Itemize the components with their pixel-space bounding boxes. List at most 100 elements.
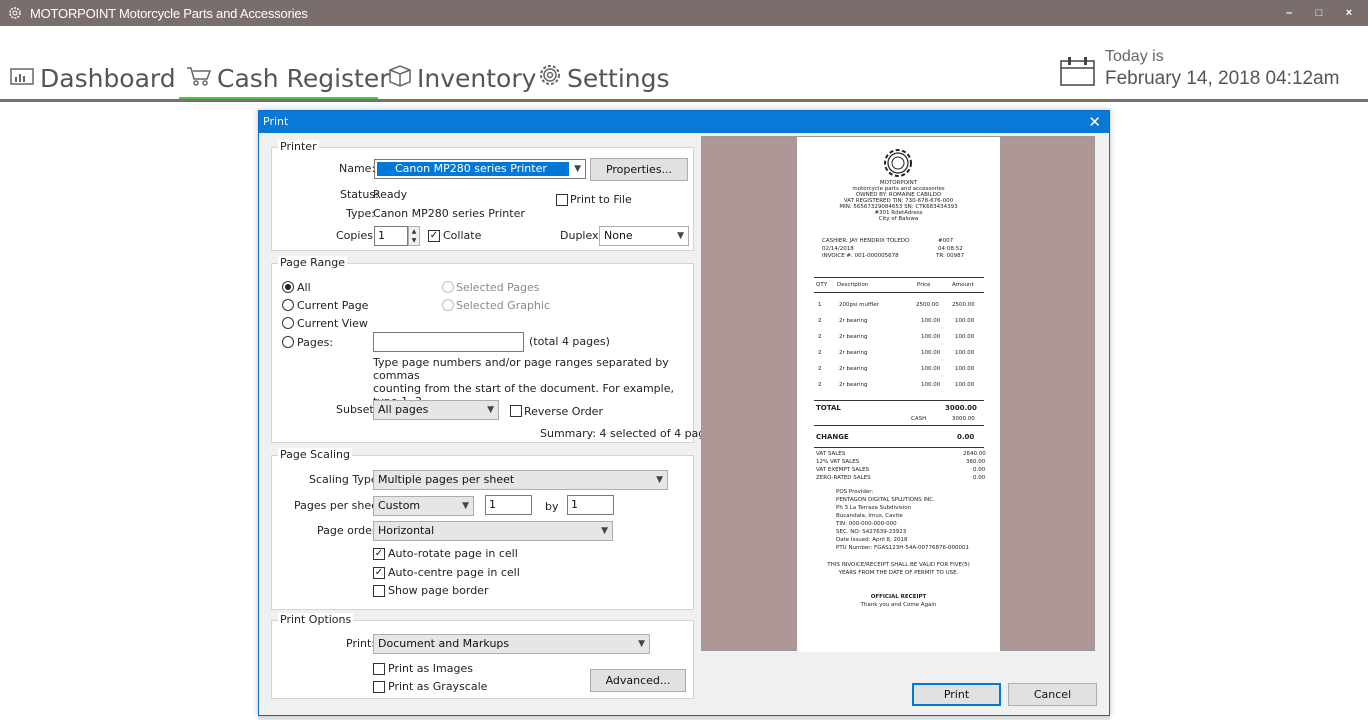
nav-inventory[interactable]: Inventory [387,60,536,96]
receipt-zero-rated-value: 0.00 [973,475,986,481]
receipt-item-amount: 2500.00 [952,302,975,308]
print-preview: MOTORPOINT motorcycle parts and accessor… [701,136,1095,652]
properties-button[interactable]: Properties... [590,158,688,181]
close-window-button[interactable]: × [1344,7,1354,19]
printer-group: Printer Name: Canon MP280 series Printer… [271,140,694,251]
receipt-item-qty: 2 [818,382,822,388]
pages-per-sheet-x-input[interactable]: 1 [485,495,532,515]
receipt-item-amount: 100.00 [955,318,975,324]
receipt-validity-1: THIS INVOICE/RECEIPT SHALL BE VALID FOR … [827,562,970,568]
print-as-images-checkbox[interactable] [373,663,385,675]
printer-name-select[interactable]: Canon MP280 series Printer ▼ [374,159,586,179]
nav-dashboard[interactable]: Dashboard [10,60,176,96]
print-button[interactable]: Print [912,683,1001,706]
reverse-order-label: Reverse Order [524,405,603,418]
maximize-button[interactable]: □ [1314,7,1324,19]
receipt-date: 02/14/2018 [822,246,854,252]
subset-select[interactable]: All pages ▼ [373,400,499,420]
receipt-provider-line: Bucandala, Imus, Cavite [836,513,903,519]
receipt-header-qty: QTY [816,282,828,288]
subset-label: Subset: [336,403,378,416]
receipt-header-price: Price [917,282,931,288]
receipt-item-qty: 2 [818,334,822,340]
range-current-view-radio[interactable] [282,317,294,329]
nav-settings[interactable]: Settings [537,60,670,96]
range-pages-label: Pages: [297,336,334,349]
page-scaling-legend: Page Scaling [278,448,352,461]
nav-cash-register-label: Cash Register [217,63,390,93]
print-options-legend: Print Options [278,613,354,626]
status-value: Ready [373,188,408,201]
cart-icon [185,64,213,93]
reverse-order-checkbox[interactable] [510,405,522,417]
receipt-item-desc: 2r bearing [839,350,868,356]
dialog-close-icon[interactable]: ✕ [1088,113,1101,131]
dialog-titlebar: Print ✕ [259,111,1109,133]
receipt-time: 04:08:52 [938,246,963,252]
chevron-down-icon: ▼ [677,231,684,241]
duplex-select[interactable]: None ▼ [599,226,689,246]
page-range-legend: Page Range [278,256,347,269]
receipt-item-qty: 2 [818,366,822,372]
scaling-type-select[interactable]: Multiple pages per sheet ▼ [373,470,668,490]
main-nav: Dashboard Cash Register Inventory Settin… [0,26,1368,102]
receipt-item-amount: 100.00 [955,334,975,340]
auto-centre-label: Auto-centre page in cell [388,566,520,579]
page-range-group: Page Range All Current Page Current View… [271,256,718,443]
range-selected-graphic-radio[interactable] [442,299,454,311]
receipt-tr: TR: 00987 [936,253,965,259]
receipt-vat-sales-label: VAT SALES [816,451,846,457]
receipt-cash-value: 3000.00 [952,416,975,422]
range-selected-pages-label: Selected Pages [456,281,540,294]
range-all-radio[interactable] [282,281,294,293]
auto-rotate-checkbox[interactable]: ✓ [373,548,385,560]
receipt-provider-line: Ph 3 La Terraza Subdivision [836,505,912,511]
scaling-type-label: Scaling Type: [309,473,382,486]
copies-stepper[interactable]: ▲ ▼ [408,226,420,246]
receipt-item-price: 2500.00 [916,302,939,308]
print-as-grayscale-checkbox[interactable] [373,681,385,693]
copies-label: Copies: [336,229,377,242]
type-label: Type: [346,207,375,220]
pages-per-sheet-select[interactable]: Custom ▼ [373,496,474,516]
receipt-provider-line: PENTAGON DIGITAL SPLUTIONS INC. [836,497,935,503]
range-current-page-radio[interactable] [282,299,294,311]
receipt-item-price: 100.00 [921,334,941,340]
print-to-file-checkbox[interactable] [556,194,568,206]
auto-centre-checkbox[interactable]: ✓ [373,567,385,579]
app-titlebar: MOTORPOINT Motorcycle Parts and Accessor… [0,0,1368,26]
receipt-item-desc: 200psi muffler [839,302,879,308]
summary-label: Summary: 4 selected of 4 pages [540,427,718,440]
copies-input[interactable]: 1 [374,226,408,246]
printer-legend: Printer [278,140,319,153]
chevron-down-icon: ▼ [601,526,608,536]
receipt-header-amount: Amount [952,282,974,288]
receipt-cashier: CASHIER: JAY HENDRIX TOLEDO [822,238,910,244]
advanced-button[interactable]: Advanced... [590,669,686,692]
window-controls: – □ × [1284,0,1354,26]
pages-per-sheet-y-input[interactable]: 1 [567,495,614,515]
cancel-button[interactable]: Cancel [1008,683,1097,706]
pages-input[interactable] [373,332,524,352]
page-order-select[interactable]: Horizontal ▼ [373,521,613,541]
range-pages-radio[interactable] [282,336,294,348]
minimize-button[interactable]: – [1284,7,1294,19]
receipt-item-qty: 2 [818,350,822,356]
receipt-total-value: 3000.00 [945,404,977,412]
range-current-view-label: Current View [297,317,368,330]
range-current-page-label: Current Page [297,299,369,312]
range-all-label: All [297,281,311,294]
show-border-checkbox[interactable] [373,585,385,597]
auto-rotate-label: Auto-rotate page in cell [388,547,518,560]
receipt-zero-rated-label: ZERO-RATED SALES [816,475,871,481]
print-what-label: Print: [346,637,376,650]
nav-cash-register[interactable]: Cash Register [185,60,390,96]
app-gear-icon [8,6,22,20]
collate-checkbox[interactable]: ✓ [428,230,440,242]
print-what-select[interactable]: Document and Markups ▼ [373,634,650,654]
page-order-value: Horizontal [378,524,435,537]
range-selected-pages-radio[interactable] [442,281,454,293]
receipt-vat12-label: 12% VAT SALES [816,459,860,465]
receipt-item-amount: 100.00 [955,382,975,388]
receipt-item-desc: 2r bearing [839,366,868,372]
